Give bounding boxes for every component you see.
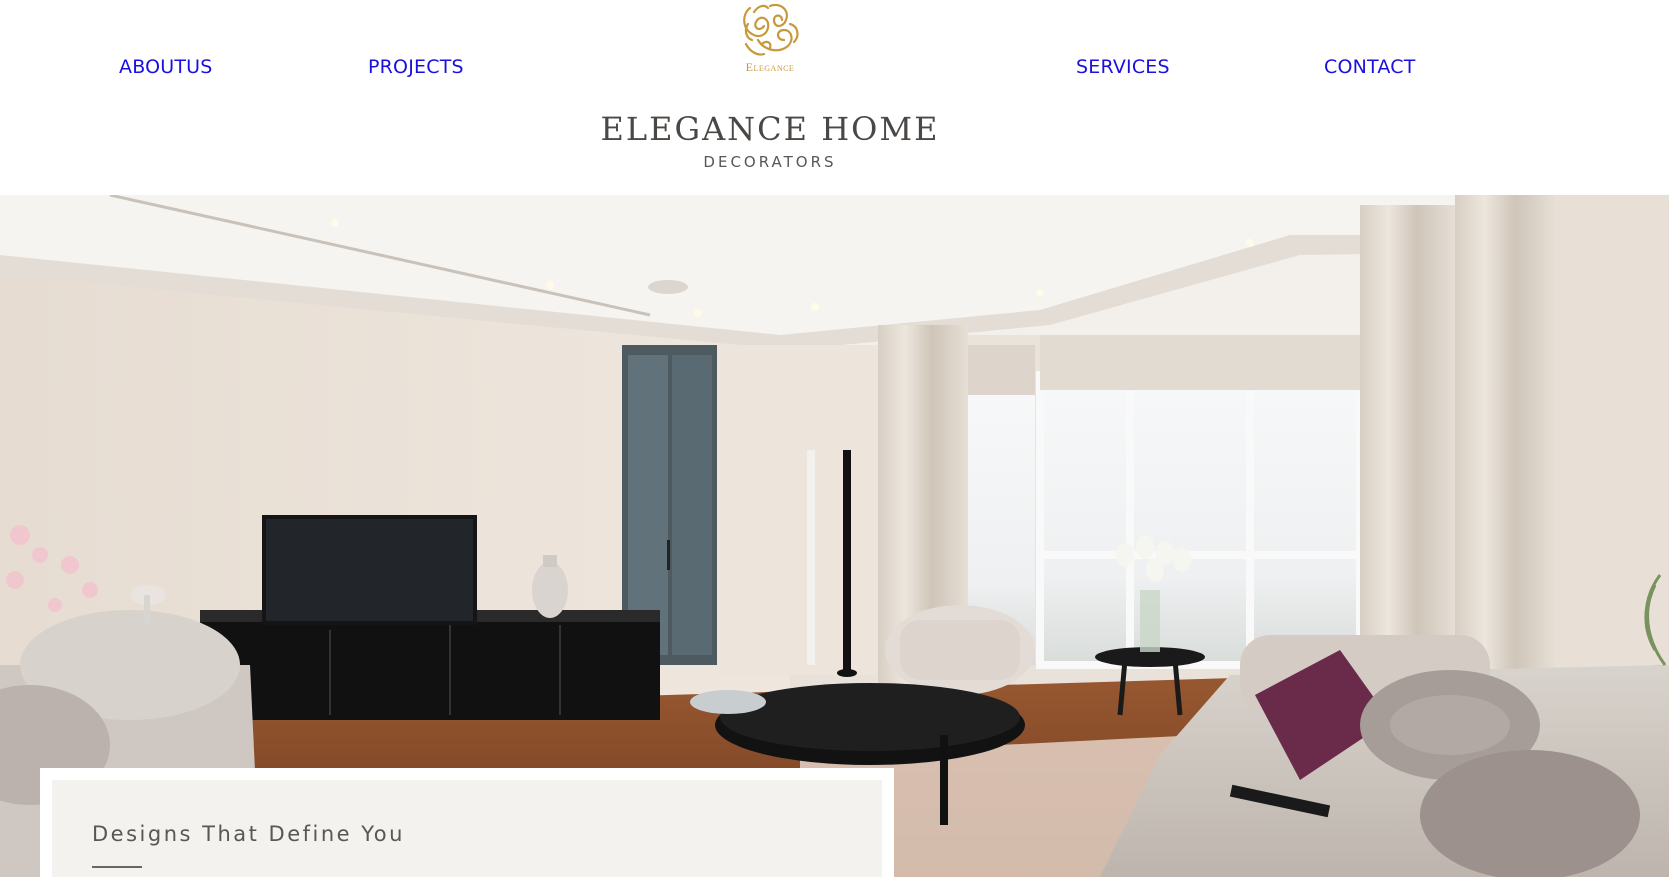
brand-subtitle: DECORATORS — [703, 153, 837, 171]
page: ABOUTUS PROJECTS Elegance SERVICES CONTA… — [0, 0, 1669, 877]
hero-card-divider — [92, 866, 142, 868]
site-header: ABOUTUS PROJECTS Elegance SERVICES CONTA… — [0, 0, 1669, 195]
brand-title: ELEGANCE HOME — [600, 110, 940, 148]
nav-link-services[interactable]: SERVICES — [1076, 56, 1170, 78]
logo-wordmark: Elegance — [745, 60, 795, 74]
nav-link-aboutus[interactable]: ABOUTUS — [119, 56, 213, 78]
nav-link-contact[interactable]: CONTACT — [1324, 56, 1416, 78]
nav-link-projects[interactable]: PROJECTS — [368, 56, 464, 78]
hero-card-heading: Designs That Define You — [92, 822, 405, 846]
